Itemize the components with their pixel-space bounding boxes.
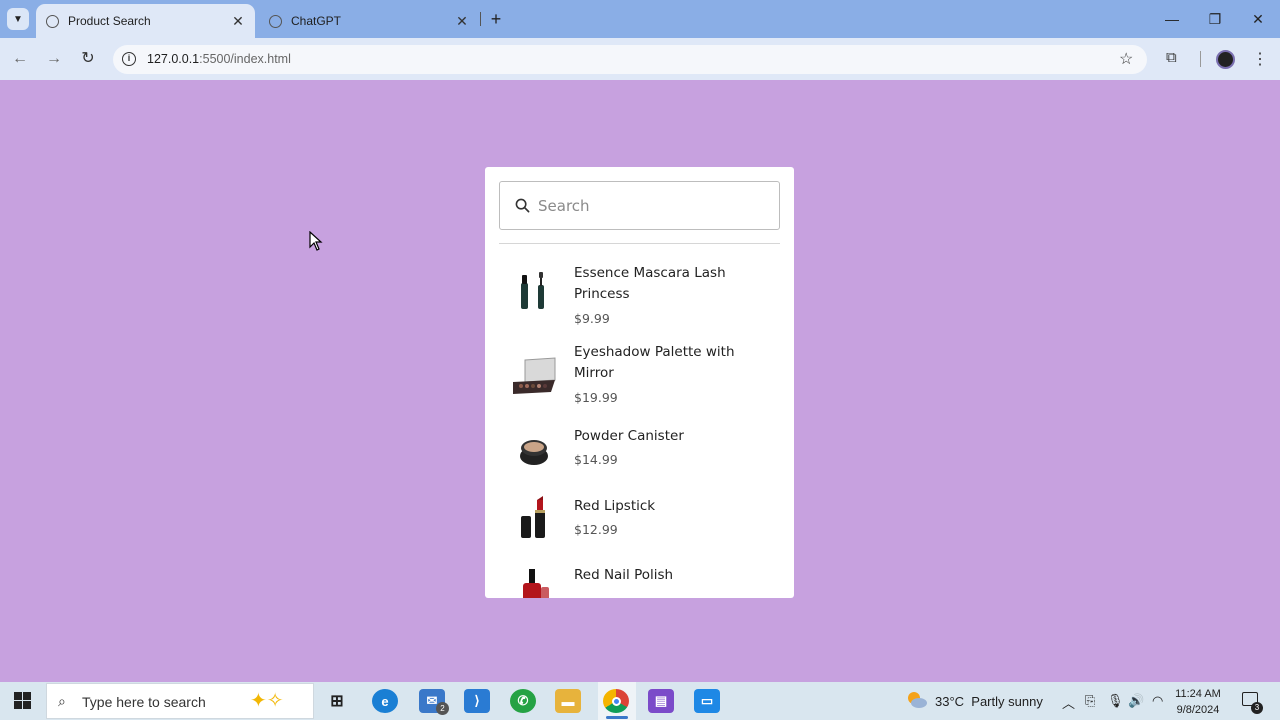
notification-badge: 3 xyxy=(1251,702,1263,714)
edge-icon[interactable]: e xyxy=(372,689,398,713)
clock-date: 9/8/2024 xyxy=(1176,704,1220,716)
vscode-icon[interactable]: ⟩ xyxy=(464,689,490,713)
windows-start-icon[interactable] xyxy=(14,692,31,709)
tab-label: ChatGPT xyxy=(291,14,342,28)
task-view-icon[interactable]: ⊞ xyxy=(324,689,350,713)
wifi-icon[interactable]: ◠ xyxy=(1152,693,1163,709)
site-info-icon[interactable]: i xyxy=(122,52,136,66)
product-search-card: Essence Mascara Lash Princess $9.99 Eyes… xyxy=(485,167,794,598)
extensions-icon[interactable]: ⧉ xyxy=(1166,49,1177,66)
taskbar-search-placeholder[interactable]: Type here to search xyxy=(82,694,206,710)
weather-readout[interactable]: 33°C Partly sunny xyxy=(935,694,1043,709)
profile-avatar[interactable] xyxy=(1216,50,1235,69)
search-input[interactable] xyxy=(538,183,773,228)
copilot-sparkle-icon[interactable]: ✦✧ xyxy=(250,688,284,713)
whatsapp-icon[interactable]: ✆ xyxy=(510,689,536,713)
close-window-button[interactable]: ✕ xyxy=(1238,8,1278,30)
clock-time: 11:24 AM xyxy=(1175,688,1221,700)
clapper-app-icon[interactable]: ▤ xyxy=(648,689,674,713)
lipstick-icon xyxy=(521,496,545,538)
tab-label: Product Search xyxy=(68,14,151,28)
reload-button[interactable]: ↻ xyxy=(76,47,100,71)
search-box[interactable] xyxy=(499,181,780,230)
product-name: Red Nail Polish xyxy=(574,567,674,583)
tab-divider xyxy=(480,12,481,26)
search-icon xyxy=(515,198,530,213)
microphone-icon[interactable]: 🎙 xyxy=(1107,693,1124,709)
product-name: Eyeshadow Palette with Mirror xyxy=(574,344,735,381)
product-price: $12.99 xyxy=(574,522,618,537)
new-tab-button[interactable]: + xyxy=(486,9,506,29)
device-icon[interactable]: ⎘ xyxy=(1085,693,1095,709)
tab-chatgpt[interactable]: ChatGPT ✕ xyxy=(259,4,479,38)
search-divider xyxy=(499,243,780,244)
toolbar-divider xyxy=(1200,51,1201,67)
mail-badge: 2 xyxy=(436,702,449,715)
chatgpt-icon xyxy=(269,14,282,28)
tab-product-search[interactable]: Product Search ✕ xyxy=(36,4,255,38)
file-explorer-icon[interactable]: ▬ xyxy=(555,689,581,713)
product-price: $14.99 xyxy=(574,452,618,467)
product-name: Powder Canister xyxy=(574,428,684,444)
taskbar-search-icon: ⌕ xyxy=(58,693,66,709)
product-name: Red Lipstick xyxy=(574,498,656,514)
taskbar-clock[interactable]: 11:24 AM 9/8/2024 xyxy=(1168,686,1228,718)
chrome-icon[interactable] xyxy=(603,689,629,713)
bookmark-star-icon[interactable]: ☆ xyxy=(1119,49,1133,69)
app-window-icon[interactable]: ▭ xyxy=(694,689,720,713)
product-price: $19.99 xyxy=(574,390,618,405)
eyeshadow-palette-icon xyxy=(513,357,556,394)
chevron-up-icon[interactable]: ︿ xyxy=(1062,693,1075,712)
product-price: $9.99 xyxy=(574,311,610,326)
mouse-cursor-icon xyxy=(309,231,323,251)
active-app-indicator xyxy=(606,716,628,719)
tab-close-icon[interactable]: ✕ xyxy=(227,13,249,30)
back-button[interactable]: ← xyxy=(8,47,32,71)
mascara-icon xyxy=(521,272,544,309)
tab-search-button[interactable]: ▼ xyxy=(7,8,29,30)
tab-close-icon[interactable]: ✕ xyxy=(451,13,473,30)
url-text[interactable]: 127.0.0.1:5500/index.html xyxy=(147,52,291,66)
nail-polish-icon xyxy=(523,569,549,598)
forward-button[interactable]: → xyxy=(42,47,66,71)
restore-button[interactable]: ❐ xyxy=(1195,8,1235,30)
menu-icon[interactable]: ⋮ xyxy=(1252,49,1268,69)
partly-sunny-icon xyxy=(908,692,927,708)
volume-icon[interactable]: 🔊 xyxy=(1128,693,1144,709)
minimize-button[interactable]: — xyxy=(1152,8,1192,30)
product-name: Essence Mascara Lash Princess xyxy=(574,265,726,302)
powder-canister-icon xyxy=(520,440,548,465)
globe-icon xyxy=(46,14,59,28)
